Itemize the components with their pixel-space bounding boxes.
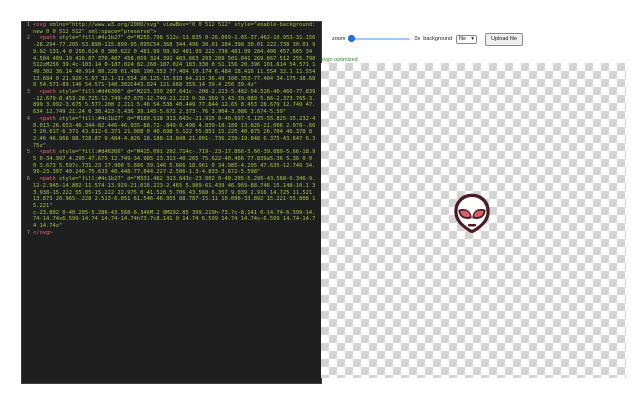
chevron-down-icon: ▾ [471,36,475,42]
code-tag: <path [33,149,59,156]
toolbar: zoom 0x background file ▾ Upload file [332,32,524,46]
code-line: 3 <path style="fill:#d46366" d="M223.339… [22,89,321,116]
code-line: 4 <path style="fill:#4c1b27" d="M180.518… [22,116,321,150]
line-number: 2 [26,35,30,42]
line-number: 1 [26,22,30,28]
code-text: <svg xmlns="http://www.w3.org/2000/svg" … [33,22,321,35]
code-text: <path style="fill:#d46366" d="M223.339 2… [33,89,321,116]
code-text: <path style="fill:#4c1b27" d="M331.482 3… [33,176,321,210]
code-tag: <svg [33,22,50,28]
line-number: 5 [26,149,30,156]
code-attributes: style="fill:#4c1b27" d="M255.798 512c-13… [33,35,319,89]
code-attributes: c-23.802 0-40.205-5.286-43.568-6.346M.2 … [33,209,316,230]
line-number: 7 [26,229,30,236]
code-attributes: style="fill:#4c1b27" d="M331.482 313.643… [33,176,316,209]
code-tag: <path [33,89,59,96]
zoom-slider-thumb[interactable] [348,35,356,42]
code-tag: <path [33,35,59,42]
code-line: 5 <path style="fill:#d46366" d="M415.091… [22,149,321,176]
alien-face-icon [454,193,490,233]
code-text: </svg> [33,230,321,237]
svg-code-editor[interactable]: 1 <svg xmlns="http://www.w3.org/2000/svg"… [21,21,322,384]
background-select[interactable]: file ▾ [456,34,478,44]
code-line: 2 <path style="fill:#4c1b27" d="M255.798… [22,35,321,89]
code-tag: <path [33,115,59,122]
background-label: background [423,36,453,42]
line-number: 3 [26,89,30,96]
code-line: 1 <svg xmlns="http://www.w3.org/2000/svg"… [22,22,321,35]
code-attributes: xmlns="http://www.w3.org/2000/svg" viewB… [33,22,316,35]
zoom-label: zoom [332,36,346,42]
background-select-value: file [459,36,467,42]
line-number: 4 [26,115,30,122]
code-text: <path style="fill:#4c1b27" d="M255.798 5… [33,35,321,89]
code-tag: <path [33,176,59,183]
zoom-value: 0x [414,36,421,42]
code-text: <path style="fill:#d46366" d="M415.091 2… [33,149,321,176]
zoom-slider-track [348,38,411,40]
line-number: 6 [26,176,30,183]
code-attributes: style="fill:#d46366" d="M223.339 287.641… [33,89,316,116]
code-text: c-23.802 0-40.205-5.286-43.568-6.346M.2 … [33,210,321,230]
alien-mouth [467,224,477,227]
code-attributes: style="fill:#d46366" d="M415.091 202.714… [33,149,316,176]
code-line: 7 </svg> [22,230,321,237]
line-number [22,210,33,230]
code-text: <path style="fill:#4c1b27" d="M180.518 3… [33,116,321,150]
svg-preview-canvas [321,63,626,378]
zoom-slider[interactable] [348,35,411,43]
code-line: c-23.802 0-40.205-5.286-43.568-6.346M.2 … [22,210,321,230]
code-tag: </svg> [33,229,53,236]
code-attributes: style="fill:#4c1b27" d="M180.518 313.643… [33,115,316,149]
upload-file-button[interactable]: Upload file [485,32,524,46]
code-line: 6 <path style="fill:#4c1b27" d="M331.482… [22,176,321,210]
